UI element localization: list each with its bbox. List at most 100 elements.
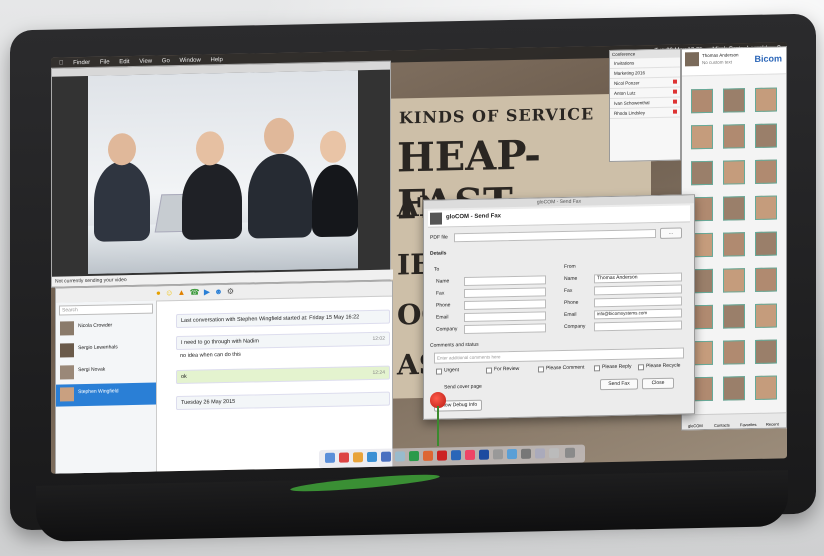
to-company-label: Company	[436, 326, 458, 333]
reply-checkbox[interactable]	[594, 365, 600, 372]
app-icon[interactable]	[381, 451, 391, 462]
app-icon[interactable]	[521, 448, 531, 459]
tab-favorites[interactable]: Favorites	[740, 422, 756, 427]
to-fax-label: Fax	[436, 290, 445, 297]
person-1	[94, 160, 150, 242]
tab-contacts[interactable]: Contacts	[714, 422, 730, 427]
from-fax-field[interactable]	[594, 284, 682, 296]
contacts-panel[interactable]: Thomas Anderson No custom text Bicom glo…	[681, 46, 787, 431]
chat-contact-list: Search Nicola Crowder Sergio Lewenhals S…	[56, 300, 157, 474]
recycle-checkbox[interactable]	[638, 364, 644, 371]
contact-tile[interactable]	[755, 267, 777, 292]
owner-status[interactable]: No custom text	[702, 59, 732, 65]
app-icon[interactable]	[437, 450, 447, 461]
contact-tile[interactable]	[723, 340, 745, 365]
app-icon[interactable]	[465, 449, 475, 461]
to-name-field[interactable]	[464, 275, 546, 287]
to-email-label: Email	[436, 314, 449, 321]
contact-tile[interactable]	[755, 375, 777, 400]
contact-tile[interactable]	[723, 88, 745, 113]
avatar	[60, 365, 74, 380]
avatar[interactable]	[685, 52, 699, 67]
to-email-field[interactable]	[464, 311, 546, 323]
comments-label: Comments and status	[430, 341, 479, 349]
contact-tile[interactable]	[755, 195, 777, 220]
from-name-field[interactable]: Thomas Anderson	[594, 272, 682, 284]
safari-icon[interactable]	[367, 451, 377, 463]
review-checkbox[interactable]	[486, 367, 492, 374]
chat-search-input[interactable]: Search	[59, 303, 153, 316]
contact-tile[interactable]	[755, 159, 777, 184]
contact-tile[interactable]	[755, 303, 777, 328]
conference-participant[interactable]: Rhoda Lindsley	[610, 107, 680, 119]
contact-tile[interactable]	[723, 268, 745, 293]
app-icon[interactable]	[535, 448, 545, 459]
contact-tile[interactable]	[691, 160, 713, 186]
from-name-label: Name	[564, 275, 578, 282]
trash-icon[interactable]	[565, 447, 575, 458]
app-icon[interactable]	[409, 451, 419, 462]
app-icon[interactable]	[353, 452, 363, 463]
smile-icon[interactable]: ☺	[165, 288, 174, 297]
contact-tile[interactable]	[691, 124, 713, 150]
emoji-icon[interactable]: ●	[156, 288, 162, 297]
contact-tile[interactable]	[691, 88, 713, 114]
app-icon[interactable]	[423, 450, 433, 461]
finder-icon[interactable]	[325, 452, 335, 463]
contact-tile[interactable]	[723, 160, 745, 185]
browse-button[interactable]: ...	[660, 227, 682, 239]
status-icon	[673, 99, 677, 104]
contact-tile[interactable]	[723, 124, 745, 149]
from-email-field[interactable]: info@bicomsystems.com	[594, 308, 682, 320]
person-2	[182, 162, 242, 240]
contact-tile[interactable]	[723, 232, 745, 257]
conference-panel[interactable]: Conference Invitations Marketing 2016 Ni…	[609, 48, 681, 163]
comment-checkbox[interactable]	[538, 366, 544, 373]
from-phone-field[interactable]	[594, 296, 682, 308]
chat-contact[interactable]: Nicola Crowder	[56, 317, 156, 341]
video-call-window[interactable]: Not currently sending your video	[51, 60, 393, 288]
tab-recent[interactable]: Recent	[766, 421, 779, 426]
app-icon[interactable]	[395, 451, 405, 462]
chat-window[interactable]: ● ☺ ▲ ☎ ▶ ☻ ⚙ Search Nicola Crowder Serg…	[55, 280, 393, 474]
contact-name: Sergio Lewenhals	[78, 344, 118, 352]
pdf-file-input[interactable]	[454, 229, 656, 243]
app-icon[interactable]	[493, 449, 503, 460]
chat-contact[interactable]: Sergio Lewenhals	[56, 339, 156, 363]
phone-icon[interactable]: ☎	[190, 288, 201, 297]
contact-tile[interactable]	[755, 339, 777, 364]
message-text: ok	[181, 373, 187, 380]
app-icon[interactable]	[451, 450, 461, 461]
contact-tile[interactable]	[723, 196, 745, 221]
chat-contact[interactable]: Sergi Novak	[56, 361, 156, 385]
urgent-checkbox[interactable]	[436, 368, 442, 375]
contact-tile[interactable]	[755, 231, 777, 256]
chat-contact-selected[interactable]: Stephen Wingfield	[56, 382, 156, 407]
send-cover-label[interactable]: Send cover page	[444, 384, 482, 391]
participant-name: Anton Lutz	[614, 90, 636, 96]
contact-tile[interactable]	[755, 87, 777, 112]
contact-tile[interactable]	[723, 376, 745, 401]
send-fax-dialog[interactable]: gloCOM - Send Fax gloCOM - Send Fax PDF …	[423, 194, 695, 420]
video-icon[interactable]: ▶	[204, 287, 211, 296]
to-phone-field[interactable]	[464, 299, 546, 311]
date-text: Tuesday 26 May 2015	[181, 398, 236, 406]
message: ok 12:24	[176, 365, 390, 385]
contact-tile[interactable]	[755, 123, 777, 148]
tab-glocom[interactable]: gloCOM	[688, 423, 703, 428]
app-icon[interactable]	[339, 452, 349, 463]
from-company-field[interactable]	[594, 320, 682, 332]
app-icon[interactable]	[549, 448, 559, 459]
warning-icon[interactable]: ▲	[177, 288, 186, 297]
settings-icon[interactable]: ⚙	[227, 287, 235, 296]
from-email-value: info@bicomsystems.com	[597, 310, 648, 317]
app-icon[interactable]	[479, 449, 489, 460]
contact-tile[interactable]	[723, 304, 745, 329]
send-fax-button[interactable]: Send Fax	[600, 378, 638, 391]
comments-input[interactable]: Enter additional comments here	[434, 347, 684, 364]
app-icon[interactable]	[507, 448, 517, 460]
to-company-field[interactable]	[464, 323, 546, 335]
add-user-icon[interactable]: ☻	[214, 287, 223, 296]
close-button[interactable]: Close	[642, 377, 674, 390]
to-fax-field[interactable]	[464, 287, 546, 299]
